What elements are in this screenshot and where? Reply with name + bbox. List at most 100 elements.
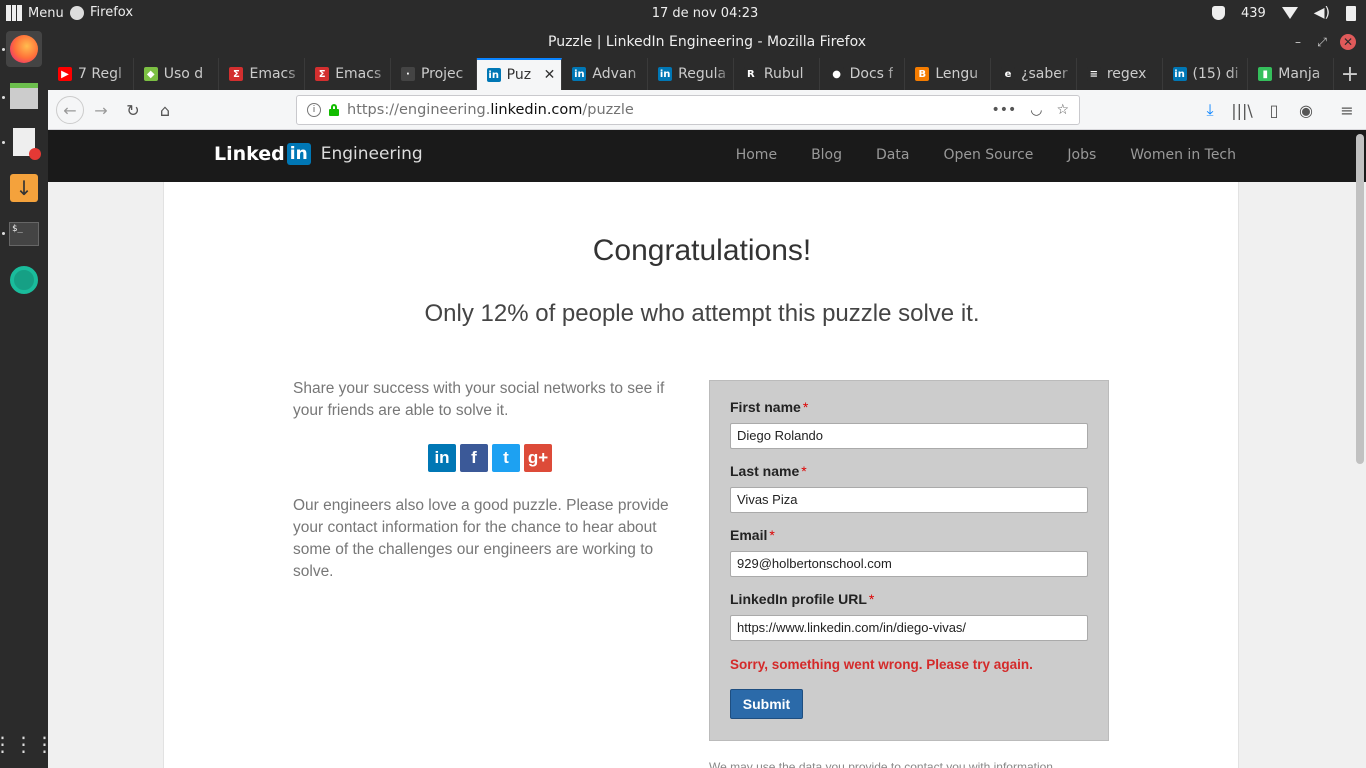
dock-screenshot[interactable] (6, 262, 42, 298)
dock-firefox[interactable] (6, 31, 42, 67)
dock-text-editor[interactable] (6, 124, 42, 160)
logo-suffix: Engineering (320, 144, 423, 164)
logo-in-badge: in (286, 143, 311, 165)
clock[interactable]: 17 de nov 04:23 (0, 6, 1366, 21)
secure-lock-icon[interactable] (329, 104, 339, 116)
first-name-field[interactable]: Diego Rolando (730, 423, 1088, 449)
email-field[interactable]: 929@holbertonschool.com (730, 551, 1088, 577)
tab-favicon-icon: · (400, 67, 415, 81)
back-button[interactable]: ← (56, 96, 84, 124)
twitter-share-icon[interactable]: t (492, 444, 520, 472)
site-header: Linked in Engineering Home Blog Data Open S… (48, 130, 1366, 182)
tab-favicon-icon: Σ (229, 67, 244, 81)
tab-label: Puz (506, 67, 532, 83)
dock-terminal[interactable]: $_ (6, 216, 42, 252)
close-tab-icon[interactable]: ✕ (544, 67, 556, 83)
site-nav-link[interactable]: Blog (811, 147, 842, 163)
site-nav-link[interactable]: Data (876, 147, 909, 163)
site-nav-link[interactable]: Open Source (943, 147, 1033, 163)
browser-tab[interactable]: B Lengu (905, 58, 992, 90)
browser-tab[interactable]: ● Docs f (820, 58, 906, 90)
folder-icon (10, 83, 38, 109)
dock-file-manager[interactable] (6, 78, 42, 114)
tab-favicon-icon: in (658, 67, 673, 81)
browser-tab[interactable]: ≡ regex (1077, 58, 1163, 90)
browser-tab[interactable]: · Projec (391, 58, 477, 90)
site-nav-link[interactable]: Home (736, 147, 777, 163)
facebook-share-icon[interactable]: f (460, 444, 488, 472)
browser-tab[interactable]: Σ Emacs (219, 58, 306, 90)
profile-url-label: LinkedIn profile URL * (730, 591, 875, 607)
wifi-icon[interactable] (1281, 7, 1298, 19)
site-nav-link[interactable]: Jobs (1067, 147, 1096, 163)
email-label: Email * (730, 527, 775, 543)
browser-tab[interactable]: ◆ Uso d (134, 58, 220, 90)
library-icon[interactable]: |||\ (1231, 99, 1253, 121)
left-dock: ↓ $_ ⋮⋮⋮ (0, 28, 55, 768)
tab-favicon-icon: ≡ (1086, 67, 1101, 81)
text-editor-icon (13, 128, 41, 160)
tab-favicon-icon: in (572, 67, 587, 81)
restore-icon[interactable]: ⤢ (1314, 34, 1330, 50)
tab-favicon-icon: e (1001, 67, 1016, 81)
system-top-bar: Menu Firefox 17 de nov 04:23 439 ◀) (0, 0, 1366, 28)
minimize-icon[interactable]: – (1290, 34, 1306, 50)
browser-tab[interactable]: in Regula (648, 58, 734, 90)
error-message: Sorry, something went wrong. Please try … (730, 657, 1033, 672)
linkedin-engineering-logo[interactable]: Linked in Engineering (214, 143, 423, 165)
tab-label: Rubul (763, 66, 804, 82)
logo-word: Linked (214, 143, 285, 165)
tab-favicon-icon: Σ (315, 67, 330, 81)
site-info-icon[interactable]: i (307, 103, 321, 117)
forward-button[interactable]: → (90, 99, 112, 121)
new-tab-button[interactable]: + (1334, 58, 1366, 90)
sidebar-icon[interactable]: ▯ (1263, 99, 1285, 121)
downloads-icon[interactable]: ⤓ (1199, 99, 1221, 121)
volume-icon[interactable]: ◀) (1314, 5, 1330, 21)
browser-tab[interactable]: R Rubul (734, 58, 820, 90)
home-button[interactable]: ⌂ (154, 99, 176, 121)
browser-tab[interactable]: in Advan (562, 58, 649, 90)
required-mark: * (769, 527, 775, 543)
linkedin-share-icon[interactable]: in (428, 444, 456, 472)
browser-tab[interactable]: Σ Emacs (305, 58, 391, 90)
page-actions-icon[interactable]: ••• (991, 102, 1016, 118)
browser-tab[interactable]: ▶ 7 Regl (48, 58, 134, 90)
page-subtitle: Only 12% of people who attempt this puzz… (424, 300, 980, 327)
submit-button[interactable]: Submit (730, 689, 803, 719)
browser-tab[interactable]: ▮ Manja (1248, 58, 1335, 90)
last-name-field[interactable]: Vivas Piza (730, 487, 1088, 513)
browser-tab[interactable]: in (15) di (1163, 58, 1249, 90)
battery-icon[interactable] (1346, 5, 1356, 21)
url-path: /puzzle (582, 102, 634, 118)
dock-app-grid[interactable]: ⋮⋮⋮ (0, 726, 55, 762)
reload-button[interactable]: ↻ (122, 99, 144, 121)
close-window-icon[interactable]: ✕ (1340, 34, 1356, 50)
pocket-icon[interactable]: ◡ (1030, 102, 1042, 118)
dock-downloader[interactable]: ↓ (6, 170, 42, 206)
data-disclaimer: We may use the data you provide to conta… (709, 760, 1053, 768)
share-text: Share your success with your social netw… (293, 380, 665, 419)
profile-url-field[interactable]: https://www.linkedin.com/in/diego-vivas/ (730, 615, 1088, 641)
site-nav-link[interactable]: Women in Tech (1130, 147, 1236, 163)
hamburger-menu-icon[interactable]: ≡ (1336, 99, 1358, 121)
tab-favicon-icon: ▶ (58, 67, 72, 81)
social-share-buttons: in f t g+ (428, 444, 552, 472)
account-icon[interactable]: ◉ (1295, 99, 1317, 121)
url-prefix: https://engineering. (347, 102, 491, 118)
tab-favicon-icon: ● (829, 67, 844, 81)
url-bar[interactable]: i https://engineering.linkedin.com/puzzl… (296, 95, 1080, 125)
terminal-icon: $_ (9, 222, 39, 246)
browser-tab[interactable]: in Puz ✕ (476, 58, 563, 90)
page-scrollbar[interactable] (1356, 130, 1364, 768)
browser-tab[interactable]: e ¿saber (991, 58, 1077, 90)
google-plus-share-icon[interactable]: g+ (524, 444, 552, 472)
url-text[interactable]: https://engineering.linkedin.com/puzzle (347, 102, 634, 118)
last-name-label: Last name * (730, 463, 807, 479)
url-domain: linkedin.com (490, 102, 583, 118)
download-icon: ↓ (10, 174, 38, 202)
bookmark-star-icon[interactable]: ☆ (1056, 102, 1069, 118)
tab-favicon-icon: B (915, 67, 930, 81)
updates-shield-icon[interactable] (1211, 6, 1225, 20)
window-title: Puzzle | LinkedIn Engineering - Mozilla … (548, 34, 866, 50)
